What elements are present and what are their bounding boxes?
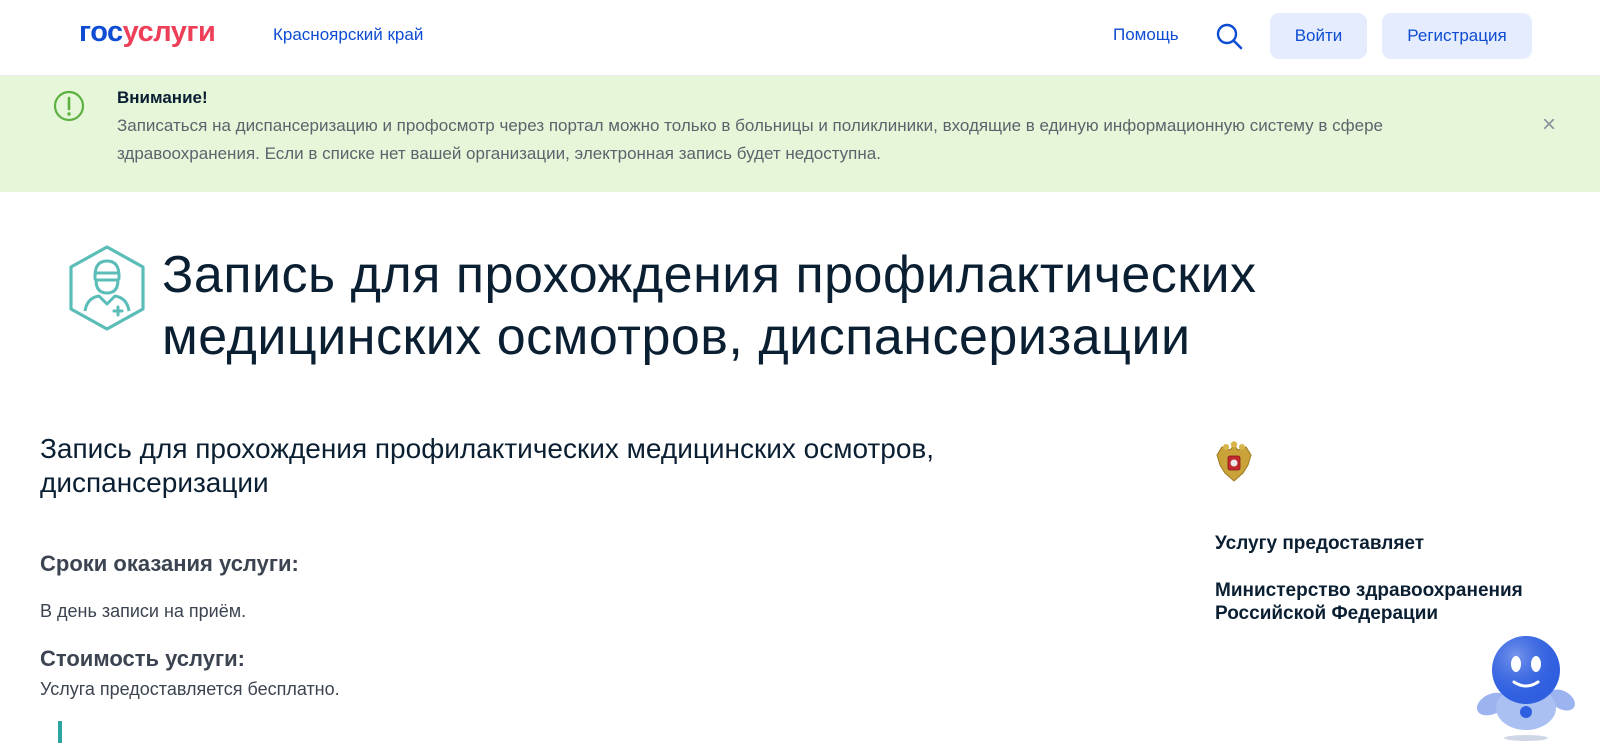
- logo-part-gos: гос: [79, 16, 123, 48]
- term-label: Сроки оказания услуги:: [40, 551, 299, 576]
- term-value: В день записи на приём.: [40, 601, 247, 621]
- provider-name: Министерство здравоохранения Российской …: [1215, 580, 1523, 624]
- provider-label: Услугу предоставляет: [1215, 533, 1425, 554]
- alert-text: Записаться на диспансеризацию и профосмо…: [117, 116, 1383, 163]
- search-icon[interactable]: [1215, 22, 1243, 50]
- logo-part-uslugi: услуги: [122, 16, 216, 48]
- section-accent-bar: [58, 721, 62, 743]
- top-header: госуслуги Красноярский край Помощь Войти…: [0, 0, 1600, 76]
- region-selector[interactable]: Красноярский край: [273, 25, 423, 45]
- gosuslugi-logo[interactable]: госуслуги: [79, 16, 216, 49]
- coat-of-arms-icon: [1216, 441, 1252, 482]
- robot-assistant-icon[interactable]: [1470, 630, 1582, 743]
- help-link[interactable]: Помощь: [1113, 25, 1179, 45]
- login-button[interactable]: Войти: [1270, 13, 1367, 59]
- close-icon[interactable]: ×: [1542, 113, 1556, 137]
- exclamation-icon: [53, 90, 85, 122]
- cost-value: Услуга предоставляется бесплатно.: [40, 679, 340, 699]
- alert-title: Внимание!: [117, 88, 208, 107]
- page-title: Запись для прохождения профилактических …: [162, 246, 1257, 366]
- attention-alert: Внимание! Записаться на диспансеризацию …: [0, 76, 1600, 192]
- register-button[interactable]: Регистрация: [1382, 13, 1532, 59]
- cost-label: Стоимость услуги:: [40, 646, 245, 671]
- service-title: Запись для прохождения профилактических …: [40, 433, 935, 498]
- doctor-icon: [69, 245, 145, 331]
